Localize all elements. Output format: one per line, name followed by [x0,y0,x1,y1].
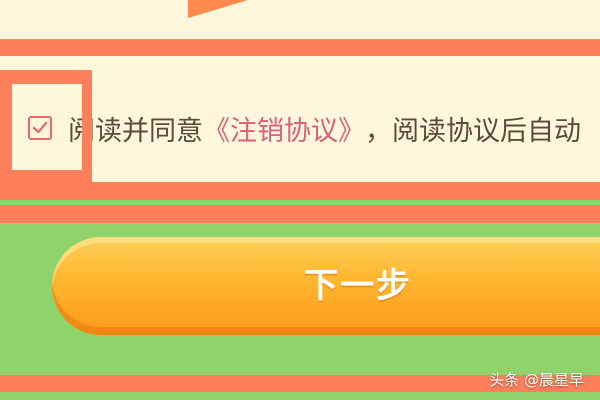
highlight-bar-lower [0,205,600,223]
agreement-row: 阅读并同意 《注销协议》 ，阅读协议后自动 [28,109,581,148]
page: 阅读并同意 《注销协议》 ，阅读协议后自动 下一步 头条 @晨星早 [0,0,600,400]
next-step-label: 下一步 [304,267,412,305]
watermark: 头条 @晨星早 [489,371,584,389]
agreement-suffix: ，阅读协议后自动 [365,115,581,147]
checkbox-highlight-box [0,70,92,182]
highlight-bar-top [0,39,600,56]
decorative-triangle [188,0,248,18]
highlight-bar-middle [0,182,600,200]
cancellation-agreement-link[interactable]: 《注销协议》 [203,109,365,148]
next-step-button[interactable]: 下一步 [52,237,600,335]
